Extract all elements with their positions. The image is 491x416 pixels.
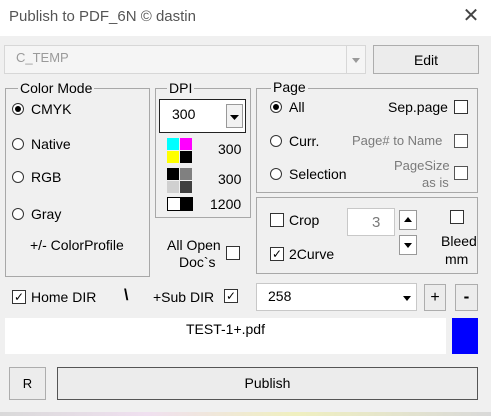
dpi-row-value: 300	[218, 171, 242, 187]
all-open-docs-label-1: All Open	[167, 237, 221, 253]
radio-indicator	[12, 208, 24, 220]
chevron-down-icon	[403, 296, 411, 301]
all-open-docs-checkbox[interactable]	[226, 246, 240, 260]
radio-page-selection[interactable]: Selection	[270, 166, 355, 184]
radio-indicator	[12, 171, 24, 183]
checkbox-label: Home DIR	[31, 289, 97, 305]
path-dropdown-button[interactable]	[346, 46, 365, 73]
radio-label: RGB	[31, 169, 62, 185]
crop-up-button[interactable]	[399, 210, 417, 230]
checkbox-label: 2Curve	[289, 246, 335, 262]
pagesize-checkbox[interactable]	[454, 166, 468, 180]
dpi-row-value: 1200	[210, 196, 242, 212]
counter-minus-button[interactable]: -	[455, 284, 478, 311]
page-to-name-label: Page# to Name	[352, 133, 443, 148]
counter-value: 258	[268, 288, 292, 304]
dir-separator: \	[124, 287, 129, 304]
radio-native[interactable]: Native	[12, 136, 132, 154]
bleed-checkbox[interactable]	[450, 210, 464, 224]
radio-label: Selection	[289, 166, 347, 182]
filename-value: TEST-1+.pdf	[186, 321, 265, 337]
r-button[interactable]: R	[9, 367, 46, 400]
checkbox-box	[270, 213, 284, 227]
radio-label: Curr.	[289, 133, 320, 149]
edit-button-label: Edit	[413, 52, 439, 68]
radio-label: Native	[31, 136, 71, 152]
two-curve-checkbox[interactable]: ✓ 2Curve	[270, 246, 340, 264]
sep-page-checkbox[interactable]	[454, 100, 468, 114]
radio-page-all[interactable]: All	[270, 99, 340, 117]
counter-combo[interactable]: 258	[256, 283, 417, 311]
radio-gray[interactable]: Gray	[12, 206, 132, 224]
radio-rgb[interactable]: RGB	[12, 169, 132, 187]
radio-indicator	[12, 138, 24, 150]
radio-label: Gray	[31, 206, 62, 222]
crop-down-button[interactable]	[399, 235, 417, 255]
crop-value-field[interactable]: 3	[347, 208, 395, 236]
radio-indicator	[270, 135, 282, 147]
color-indicator	[452, 318, 478, 354]
bleed-label-1: Bleed	[441, 233, 477, 249]
bleed-label-2: mm	[445, 251, 469, 267]
sub-dir-checkbox[interactable]: ✓	[224, 289, 238, 303]
publish-button-label: Publish	[244, 375, 291, 391]
chevron-down-icon	[404, 243, 412, 248]
crop-checkbox[interactable]: Crop	[270, 212, 330, 230]
crop-value: 3	[372, 214, 381, 231]
color-profile-link[interactable]: +/- ColorProfile	[30, 237, 124, 253]
dpi-select[interactable]: 300	[159, 99, 246, 133]
checkbox-label: Crop	[289, 212, 320, 228]
gray-swatch-icon	[167, 168, 193, 194]
path-value: C_TEMP	[16, 50, 69, 65]
bottom-edge	[0, 412, 491, 416]
close-icon[interactable]: ✕	[462, 5, 480, 27]
minus-icon: -	[463, 287, 470, 306]
r-button-label: R	[22, 376, 33, 391]
dpi-row-value: 300	[218, 141, 242, 157]
edit-button[interactable]: Edit	[373, 45, 479, 74]
color-mode-legend: Color Mode	[18, 80, 95, 96]
sep-page-label: Sep.page	[388, 99, 448, 115]
radio-indicator	[270, 168, 282, 180]
radio-indicator	[12, 103, 24, 115]
pagesize-label-1: PageSize	[394, 158, 450, 173]
dpi-select-value: 300	[172, 106, 196, 122]
all-open-docs-label-2: Doc`s	[179, 254, 216, 270]
window-title: Publish to PDF_6N © dastin	[9, 8, 196, 25]
radio-cmyk[interactable]: CMYK	[12, 101, 132, 119]
chevron-down-icon	[352, 58, 360, 63]
chevron-up-icon	[404, 217, 412, 222]
page-legend: Page	[271, 79, 308, 95]
radio-indicator	[270, 101, 282, 113]
sub-dir-label: +Sub DIR	[153, 289, 215, 305]
page-to-name-checkbox[interactable]	[454, 134, 468, 148]
publish-button[interactable]: Publish	[57, 367, 478, 400]
filename-field[interactable]: TEST-1+.pdf	[5, 318, 446, 354]
radio-label: CMYK	[31, 101, 72, 117]
counter-dropdown-button[interactable]	[398, 284, 416, 310]
dpi-legend: DPI	[167, 80, 195, 96]
checkbox-box: ✓	[12, 290, 26, 304]
radio-label: All	[289, 99, 305, 115]
cmyk-swatch-icon	[167, 138, 193, 164]
home-dir-checkbox[interactable]: ✓ Home DIR	[12, 289, 102, 307]
chevron-down-icon	[226, 104, 243, 128]
pagesize-label-2: as is	[422, 175, 449, 190]
plus-icon: +	[430, 289, 440, 306]
bw-swatch-icon	[167, 197, 193, 211]
counter-plus-button[interactable]: +	[424, 284, 446, 311]
checkbox-box: ✓	[270, 247, 284, 261]
radio-page-current[interactable]: Curr.	[270, 133, 340, 151]
